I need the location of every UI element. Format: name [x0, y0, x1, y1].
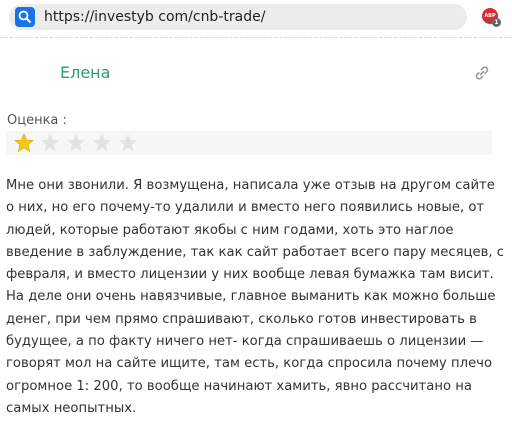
review-text: Мне они звонили. Я возмущена, написала у… [6, 175, 506, 420]
star-filled-icon[interactable] [14, 133, 34, 153]
review-text-line: самых неопытных. [6, 400, 137, 416]
link-icon[interactable] [474, 65, 490, 81]
review-text-line: огромное 1: 200, то вообще начинают хами… [6, 378, 472, 394]
star-empty-icon[interactable] [92, 133, 112, 153]
review-author: Елена [60, 63, 111, 82]
review-text-line: Мне они звонили. Я возмущена, написала у… [6, 178, 495, 193]
rating-stars [6, 131, 492, 155]
review-text-line: денег, при чем прямо спрашивают, сколько… [6, 311, 477, 327]
review-text-line: На деле они очень навязчивые, главное вы… [6, 289, 496, 305]
search-icon[interactable] [15, 7, 35, 27]
review-text-line: февраля, и вместо лицензии у них вообще … [6, 267, 494, 283]
star-empty-icon[interactable] [40, 133, 60, 153]
review-text-line: людей, которые работают якобы с ним года… [6, 222, 454, 238]
address-bar: https://investyb com/cnb-trade/ ABP 1 [0, 0, 512, 34]
star-empty-icon[interactable] [118, 133, 138, 153]
review-text-line: о них, но его почему-то удалили и вместо… [6, 200, 485, 216]
review-text-line: введение в заблуждение, так как сайт раб… [6, 244, 505, 260]
star-empty-icon[interactable] [66, 133, 86, 153]
divider [0, 37, 512, 38]
review-text-line: будущее, а по факту ничего нет- когда сп… [6, 334, 484, 350]
adblock-extension-icon[interactable]: ABP 1 [480, 6, 502, 28]
rating-label: Оценка : [7, 113, 67, 128]
extension-count-badge: 1 [492, 18, 501, 27]
review-text-line: говорят мол на сайте ищите, там есть, ко… [6, 356, 493, 372]
url-text[interactable]: https://investyb com/cnb-trade/ [44, 7, 265, 27]
